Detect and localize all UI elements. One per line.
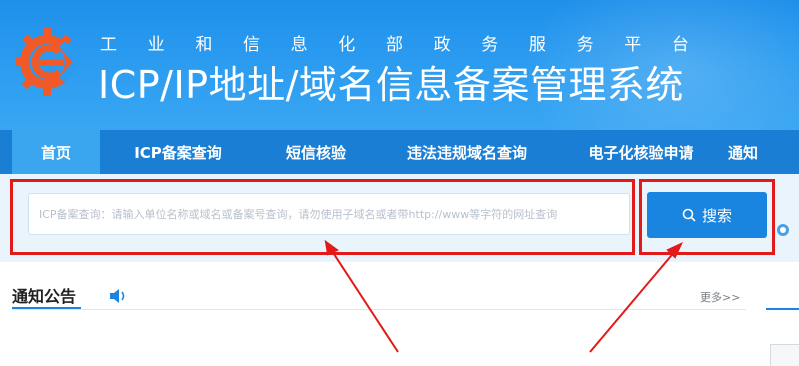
- arrow-to-input: [329, 247, 399, 353]
- arrow-head-input: [324, 239, 339, 256]
- annotation-arrows: [324, 239, 684, 353]
- arrow-to-button: [589, 249, 677, 353]
- arrow-head-button: [666, 241, 684, 259]
